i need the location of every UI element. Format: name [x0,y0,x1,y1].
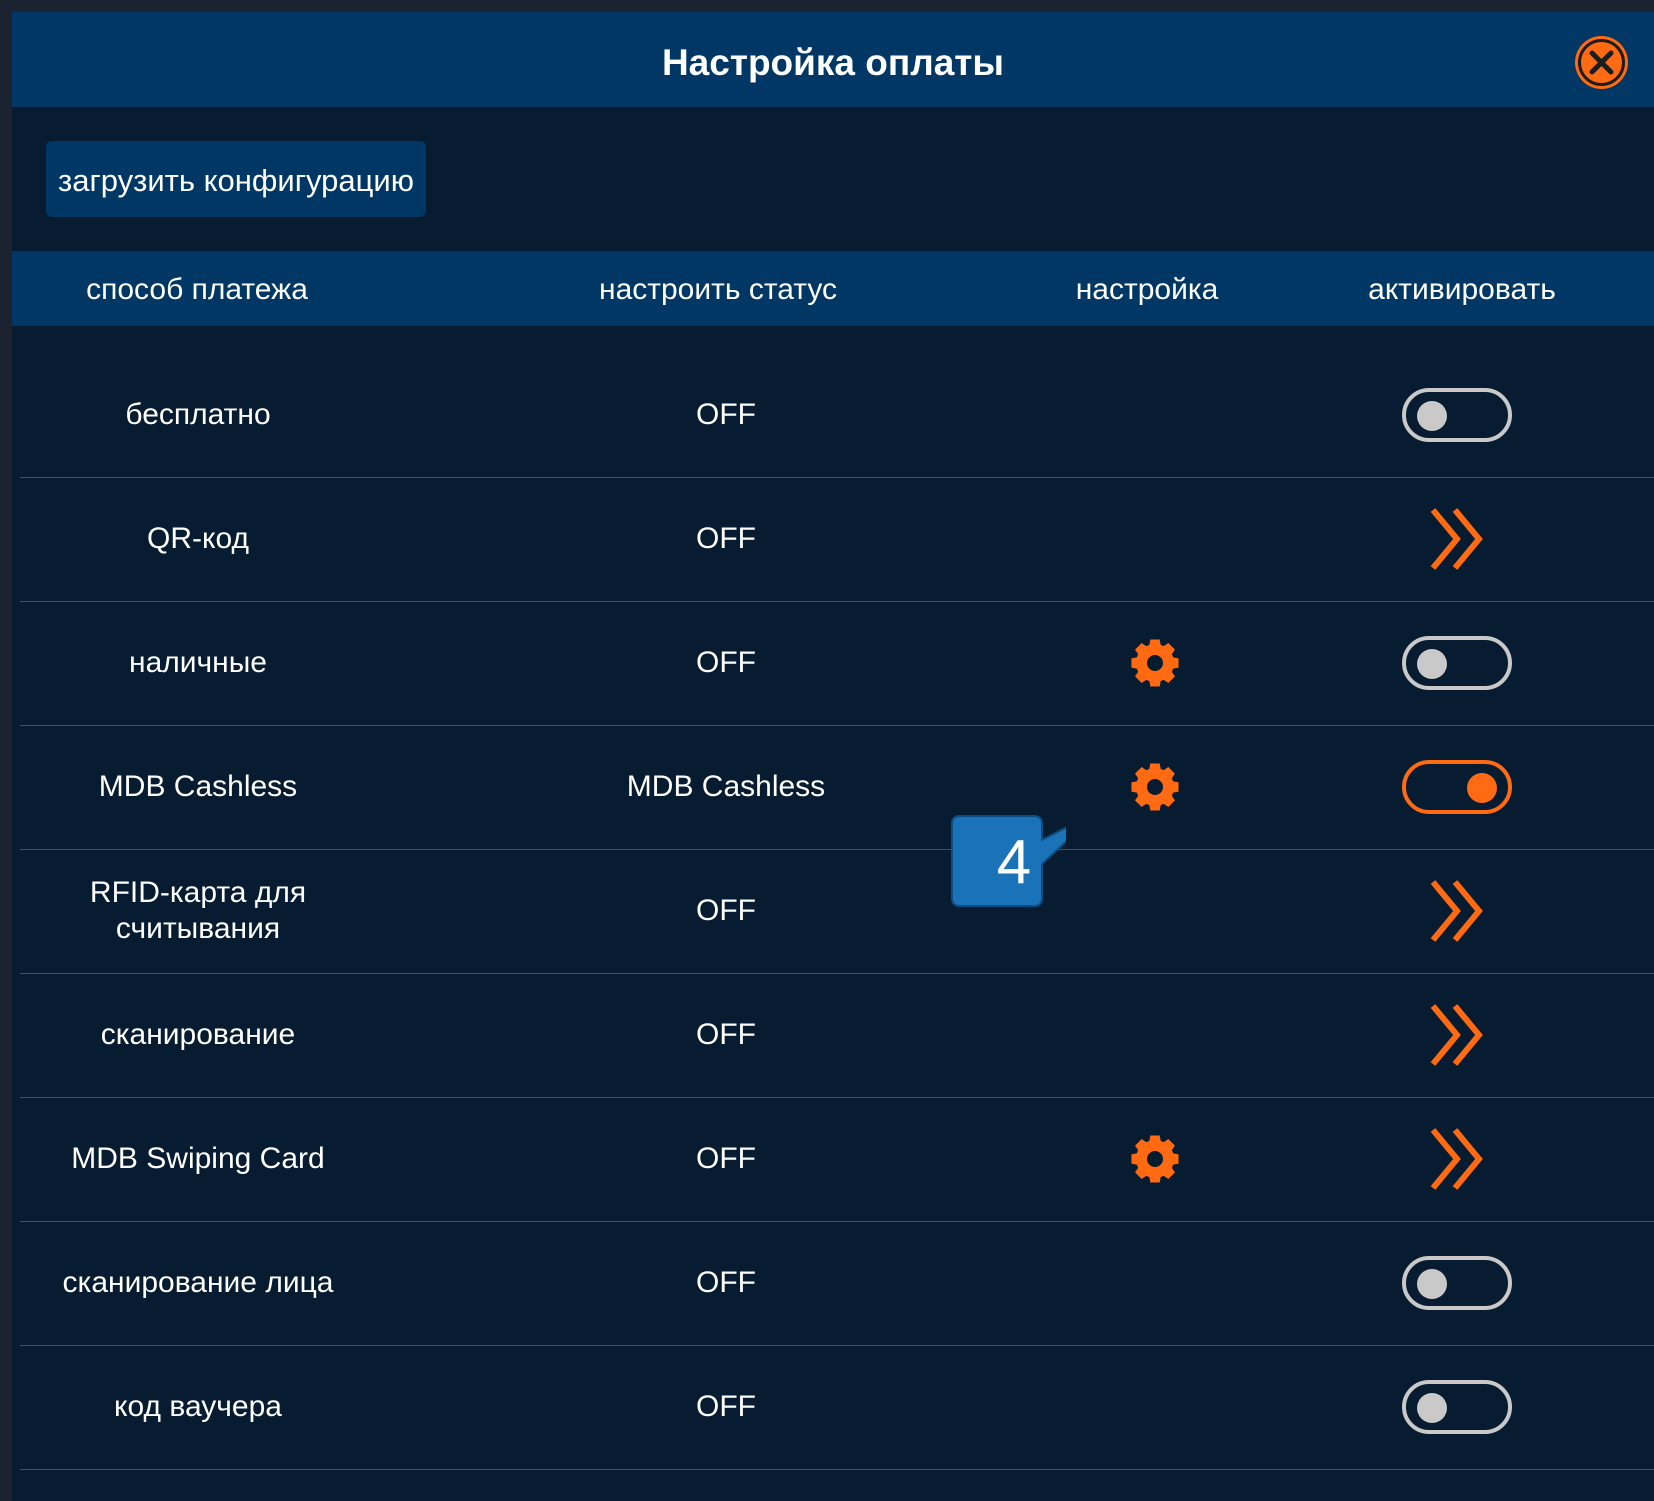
activate-cell [1387,1221,1527,1345]
table-row: сканирование лица OFF [20,1221,1654,1346]
payment-settings-dialog: Настройка оплаты загрузить конфигурацию … [12,12,1654,1501]
status-value: OFF [696,522,756,555]
table-row: бесплатно OFF [20,353,1654,478]
activate-cell [1387,973,1527,1097]
load-configuration-button[interactable]: загрузить конфигурацию [46,141,426,217]
activate-cell [1387,1097,1527,1221]
header-payment-method: способ платежа [86,273,308,306]
settings-button[interactable] [1120,601,1190,725]
status-value: OFF [696,894,756,927]
status-value: OFF [696,1266,756,1299]
table-row: MDB Cashless MDB Cashless [20,725,1654,850]
activate-cell [1387,849,1527,973]
table-row: код ваучера OFF [20,1345,1654,1470]
activate-cell [1387,353,1527,477]
toggle-knob [1417,401,1447,431]
payment-method-label: бесплатно [125,398,271,431]
status-value: OFF [696,398,756,431]
table-row: сканирование OFF [20,973,1654,1098]
double-chevron-right-icon[interactable] [1427,878,1487,944]
table-row: QR-код OFF [20,477,1654,602]
close-button[interactable] [1575,36,1628,89]
activate-cell [1387,477,1527,601]
activate-toggle[interactable] [1402,1380,1512,1434]
payment-method-label: RFID-карта для считывания [89,876,307,945]
status-value: OFF [696,646,756,679]
activate-cell [1387,725,1527,849]
settings-button[interactable] [1120,725,1190,849]
activate-toggle[interactable] [1402,760,1512,814]
activate-cell [1387,601,1527,725]
header-activate: активировать [1368,273,1556,306]
gear-icon [1131,763,1179,811]
background-app-edge [0,0,12,1501]
close-icon [1578,39,1625,86]
header-settings: настройка [1075,273,1219,306]
table-row: RFID-карта для считывания OFF [20,849,1654,974]
table-header: способ платежа настроить статус настройк… [12,251,1654,326]
double-chevron-right-icon[interactable] [1427,1002,1487,1068]
header-status: настроить статус [599,273,837,306]
toggle-knob [1417,1393,1447,1423]
payment-method-label: сканирование [100,1018,296,1051]
table-row: наличные OFF [20,601,1654,726]
payment-method-label: MDB Cashless [98,770,298,803]
settings-button[interactable] [1120,1097,1190,1221]
activate-toggle[interactable] [1402,388,1512,442]
dialog-title: Настройка оплаты [661,42,1005,83]
status-value: OFF [696,1018,756,1051]
toggle-knob [1417,1269,1447,1299]
payment-method-label: сканирование лица [62,1266,334,1299]
payment-method-label: MDB Swiping Card [71,1142,325,1175]
status-value: OFF [696,1390,756,1423]
double-chevron-right-icon[interactable] [1427,1126,1487,1192]
dialog-titlebar: Настройка оплаты [12,12,1654,107]
payment-method-label: QR-код [147,522,249,555]
gear-icon [1131,1135,1179,1183]
activate-cell [1387,1345,1527,1469]
double-chevron-right-icon[interactable] [1427,506,1487,572]
toggle-knob [1417,649,1447,679]
activate-toggle[interactable] [1402,636,1512,690]
activate-toggle[interactable] [1402,1256,1512,1310]
table-row: MDB Swiping Card OFF [20,1097,1654,1222]
payment-method-label: код ваучера [114,1390,282,1423]
payment-method-label: наличные [129,646,267,679]
status-value: OFF [696,1142,756,1175]
callout-number: 4 [996,828,1032,897]
status-value: MDB Cashless [626,770,826,803]
toggle-knob [1467,773,1497,803]
gear-icon [1131,639,1179,687]
